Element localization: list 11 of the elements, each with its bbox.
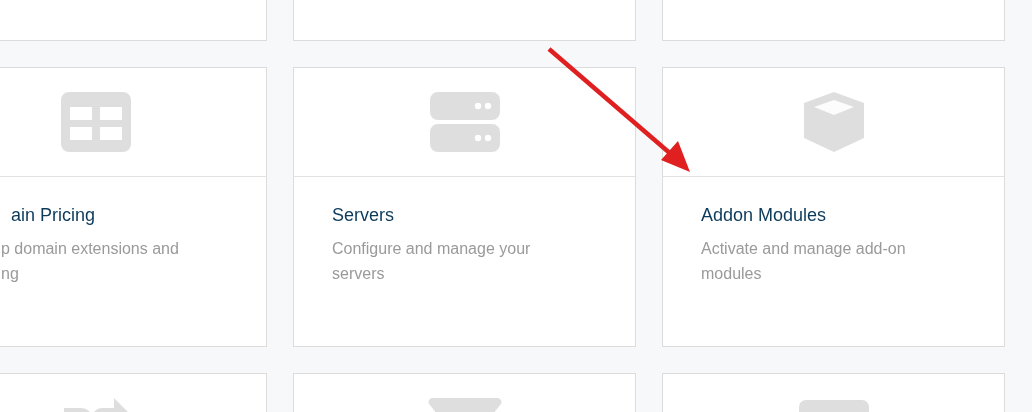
card[interactable]: Servers Configure and manage your servers <box>293 67 636 347</box>
card[interactable]: Addon Modules Activate and manage add-on modules <box>662 67 1005 347</box>
card-description: Configure and manage your servers <box>332 239 532 284</box>
card-description: p domain extensions and ng <box>1 239 180 284</box>
table-icon <box>60 92 131 152</box>
card-title: Servers <box>332 205 395 226</box>
server-icon <box>429 92 500 152</box>
card-title: Addon Modules <box>701 205 828 226</box>
card[interactable]: ain Pricing p domain extensions and ng <box>0 67 267 347</box>
card-title: ain Pricing <box>11 205 97 226</box>
card-description: Activate and manage add-on modules <box>701 239 907 284</box>
